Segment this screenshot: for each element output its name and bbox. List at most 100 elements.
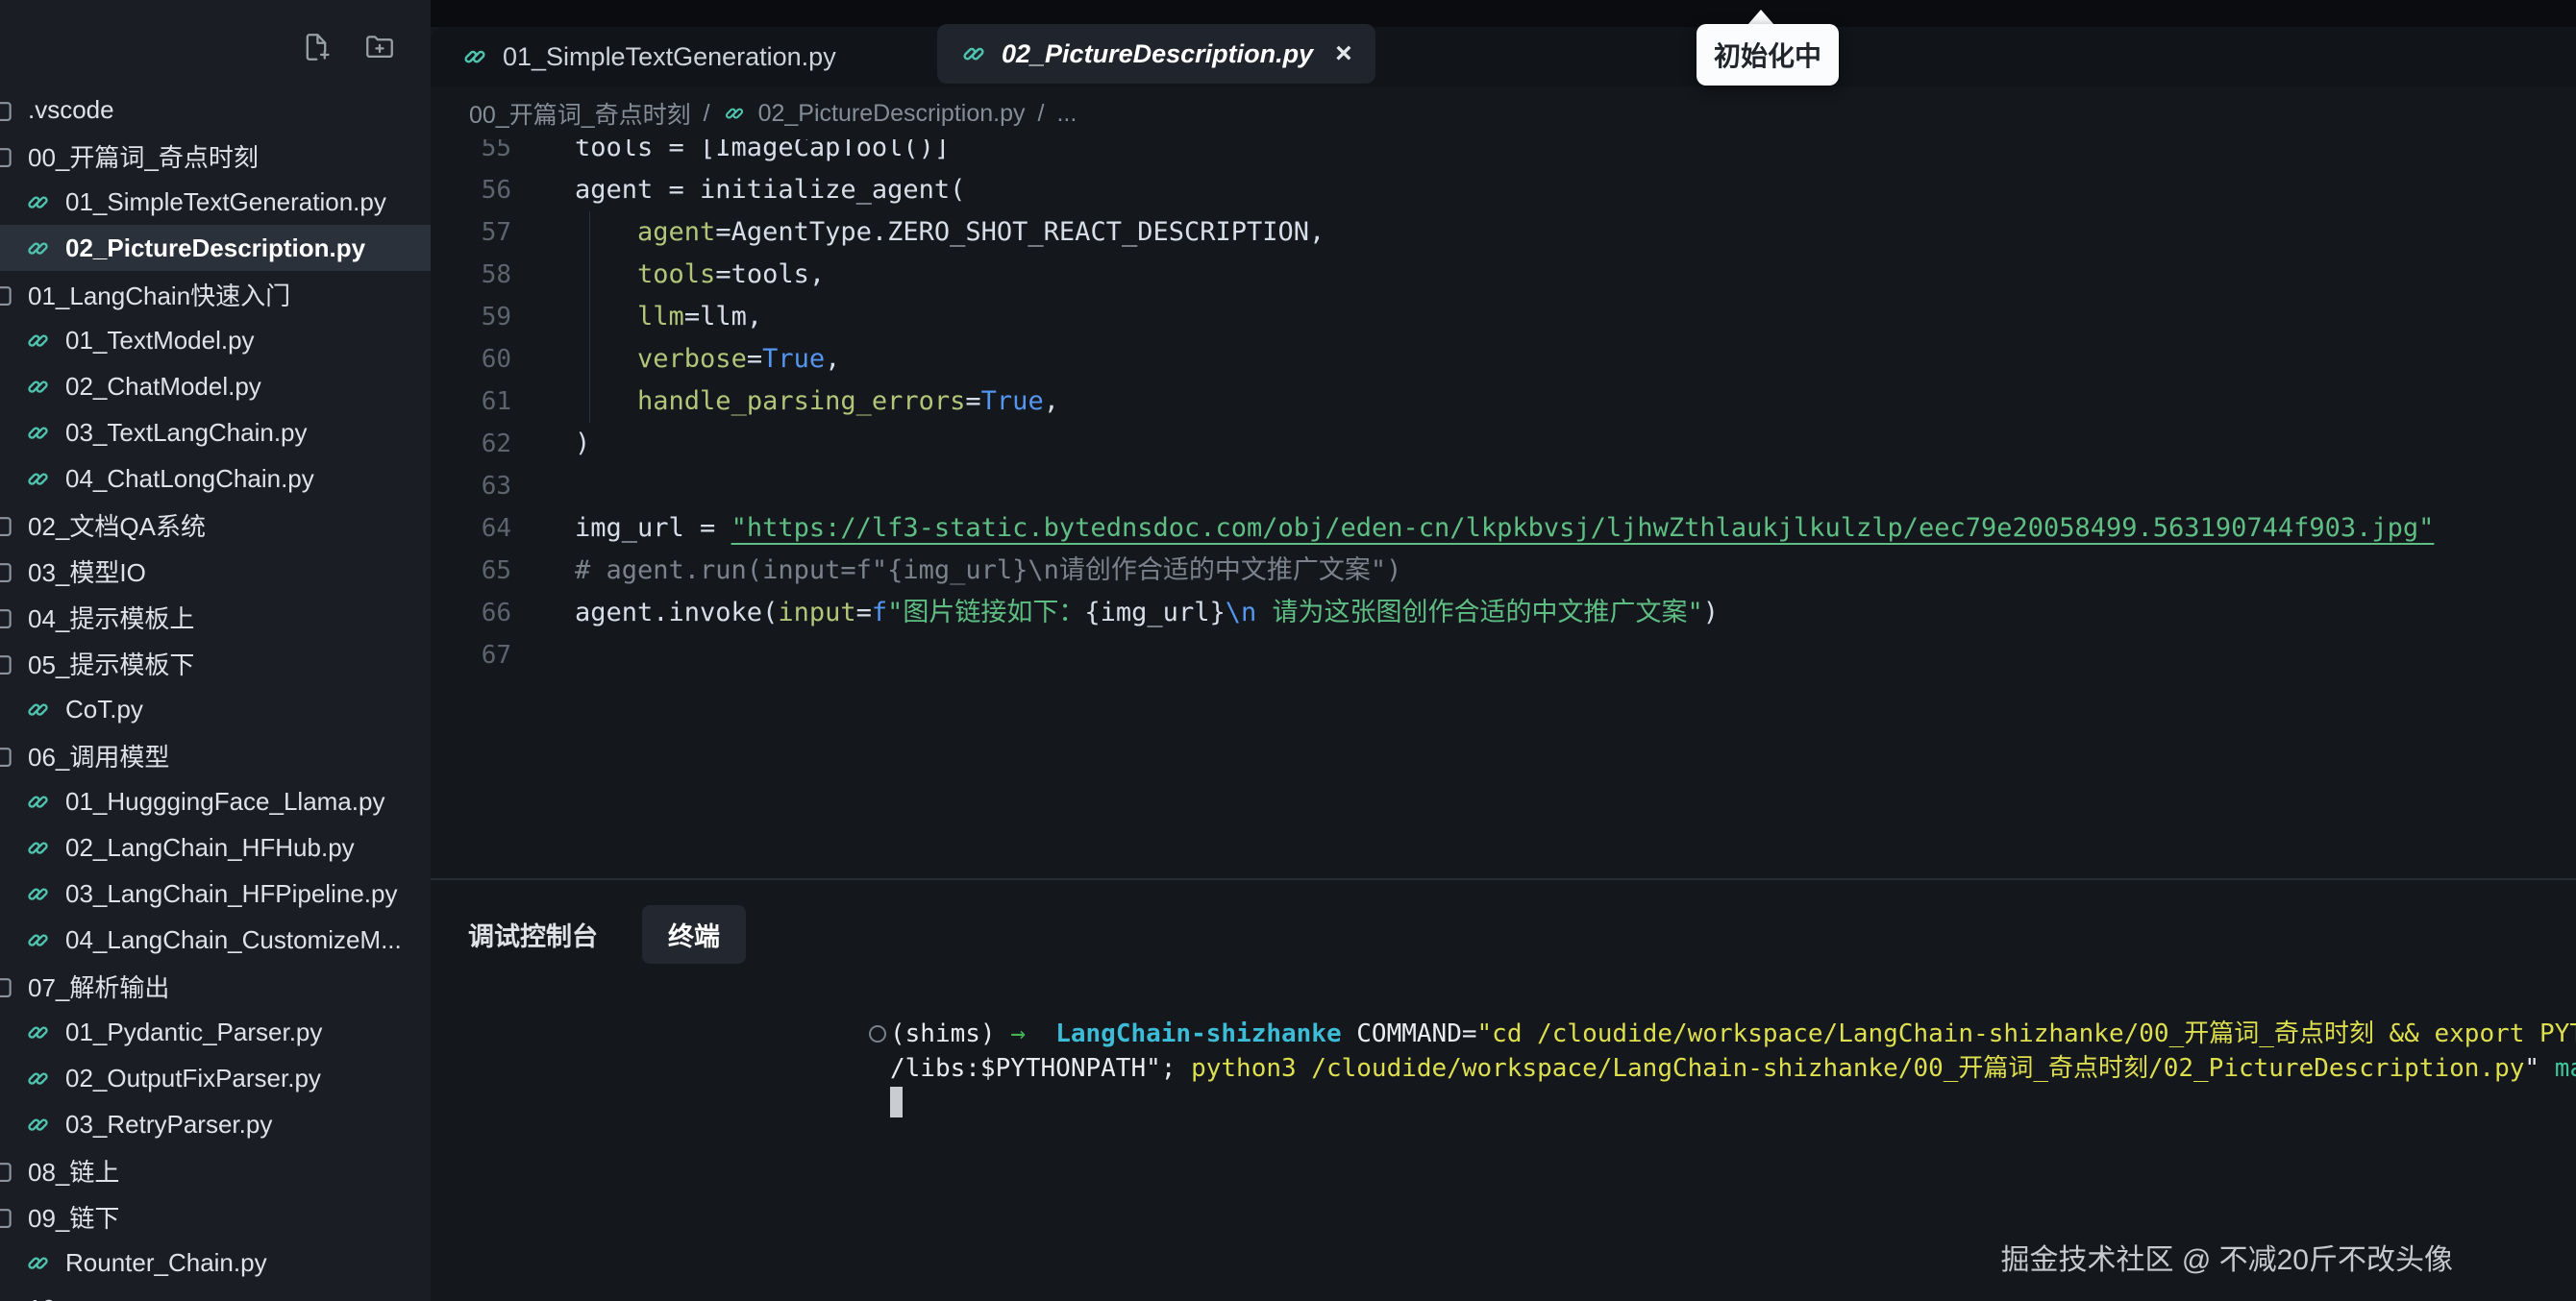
- sidebar-file-list: .vscode 00_开篇词_奇点时刻 01_SimpleTextGeneratio…: [0, 86, 431, 1301]
- sidebar-item-label: 00_开篇词_奇点时刻: [28, 138, 259, 174]
- sidebar-item[interactable]: 02_OutputFixParser.py: [0, 1055, 431, 1101]
- sidebar-item[interactable]: 01_SimpleTextGeneration.py: [0, 179, 431, 225]
- code-line-text: img_url = "https://lf3-static.bytednsdoc…: [575, 507, 2576, 550]
- sidebar-item[interactable]: 04_ChatLongChain.py: [0, 455, 431, 502]
- chain-file-icon: [25, 1250, 51, 1276]
- sidebar-item[interactable]: 02_文档QA系统: [0, 502, 431, 548]
- code-line[interactable]: 56agent = initialize_agent(: [431, 169, 2576, 211]
- breadcrumb: 00_开篇词_奇点时刻 / 02_PictureDescription.py /…: [469, 92, 1077, 135]
- breadcrumb-file[interactable]: 02_PictureDescription.py: [758, 100, 1026, 128]
- code-editor[interactable]: 55 tools = [ImageCapTool()]56agent = init…: [431, 139, 2576, 878]
- sidebar-item[interactable]: 01_Pydantic_Parser.py: [0, 1009, 431, 1055]
- chain-file-icon: [25, 1112, 51, 1138]
- close-tab-icon[interactable]: ×: [1335, 39, 1352, 68]
- sidebar-item-label: 04_LangChain_CustomizeM...: [65, 925, 402, 955]
- line-number[interactable]: 62: [431, 423, 511, 465]
- sidebar-item[interactable]: 02_LangChain_HFHub.py: [0, 824, 431, 871]
- line-number[interactable]: 61: [431, 380, 511, 423]
- sidebar-item[interactable]: 04_提示模板上: [0, 594, 431, 640]
- new-folder-button[interactable]: [361, 31, 398, 67]
- code-line[interactable]: 65# agent.run(input=f"{img_url}\n请创作合适的中…: [431, 550, 2576, 592]
- code-line[interactable]: 59 llm=llm,: [431, 296, 2576, 338]
- sidebar-item[interactable]: 03_模型IO: [0, 548, 431, 594]
- line-number[interactable]: 58: [431, 254, 511, 296]
- code-line-text: tools=tools,: [575, 254, 2576, 296]
- line-number[interactable]: 65: [431, 550, 511, 592]
- sidebar-item-label: 04_提示模板上: [28, 600, 194, 635]
- folder-icon: [0, 741, 13, 770]
- breadcrumb-folder[interactable]: 00_开篇词_奇点时刻: [469, 96, 691, 131]
- line-number[interactable]: 67: [431, 634, 511, 676]
- code-line-text: verbose=True,: [575, 338, 2576, 380]
- chain-file-icon: [25, 235, 51, 261]
- sidebar-item-label: 06_调用模型: [28, 738, 169, 773]
- line-number[interactable]: 63: [431, 465, 511, 507]
- sidebar-item[interactable]: 01_TextModel.py: [0, 317, 431, 363]
- terminal-line: /libs:$PYTHONPATH"; python3 /cloudide/wo…: [890, 1051, 2576, 1086]
- code-line[interactable]: 61 handle_parsing_errors=True,: [431, 380, 2576, 423]
- editor-area: 01_SimpleTextGeneration.py 02_PictureDes…: [431, 0, 2576, 1301]
- code-line[interactable]: 67: [431, 634, 2576, 676]
- initializing-tooltip: 初始化中: [1697, 24, 1839, 86]
- sidebar-item[interactable]: 03_LangChain_HFPipeline.py: [0, 871, 431, 917]
- sidebar-item[interactable]: 10_: [0, 1286, 431, 1301]
- sidebar-item[interactable]: 02_ChatModel.py: [0, 363, 431, 409]
- sidebar-item[interactable]: .vscode: [0, 86, 431, 133]
- chain-file-icon: [25, 927, 51, 953]
- code-line[interactable]: 58 tools=tools,: [431, 254, 2576, 296]
- tooltip-arrow: [1747, 10, 1774, 25]
- command-indicator-icon: [869, 1025, 886, 1043]
- sidebar-item-label: 02_PictureDescription.py: [65, 233, 365, 263]
- sidebar-item[interactable]: 01_HugggingFace_Llama.py: [0, 778, 431, 824]
- line-number[interactable]: 55: [431, 139, 511, 169]
- line-number[interactable]: 56: [431, 169, 511, 211]
- chain-file-icon: [25, 789, 51, 815]
- code-line-text: tools = [ImageCapTool()]: [575, 139, 2576, 169]
- line-number[interactable]: 64: [431, 507, 511, 550]
- sidebar-item[interactable]: Rounter_Chain.py: [0, 1240, 431, 1286]
- code-line[interactable]: 63: [431, 465, 2576, 507]
- chain-file-icon: [25, 881, 51, 907]
- code-line[interactable]: 62): [431, 423, 2576, 465]
- line-number[interactable]: 66: [431, 592, 511, 634]
- sidebar-item[interactable]: 07_解析输出: [0, 963, 431, 1009]
- terminal-output[interactable]: (shims) → LangChain-shizhanke COMMAND="c…: [890, 1017, 2576, 1120]
- folder-icon: [0, 649, 13, 677]
- breadcrumb-separator: /: [704, 100, 710, 128]
- tab-02-picturedescription[interactable]: 02_PictureDescription.py ×: [937, 24, 1375, 84]
- terminal-cursor: [890, 1087, 903, 1117]
- sidebar-item[interactable]: 03_RetryParser.py: [0, 1101, 431, 1147]
- code-line[interactable]: 57 agent=AgentType.ZERO_SHOT_REACT_DESCR…: [431, 211, 2576, 254]
- panel-divider[interactable]: [431, 878, 2576, 880]
- code-line[interactable]: 55 tools = [ImageCapTool()]: [431, 139, 2576, 169]
- breadcrumb-more[interactable]: ...: [1056, 100, 1077, 128]
- folder-icon: [0, 280, 13, 308]
- folder-icon: [0, 1294, 13, 1301]
- chain-file-icon: [461, 43, 488, 70]
- explorer-actions: [298, 31, 398, 67]
- ide-window: .vscode00_开篇词_奇点时刻01_SimpleTextGeneratio…: [0, 0, 2576, 1301]
- sidebar-item[interactable]: 09_链下: [0, 1193, 431, 1240]
- code-line[interactable]: 60 verbose=True,: [431, 338, 2576, 380]
- sidebar-item[interactable]: CoT.py: [0, 686, 431, 732]
- sidebar-item[interactable]: 04_LangChain_CustomizeM...: [0, 917, 431, 963]
- line-number[interactable]: 57: [431, 211, 511, 254]
- sidebar-item[interactable]: 06_调用模型: [0, 732, 431, 778]
- sidebar-item-label: 03_模型IO: [28, 553, 146, 589]
- sidebar-item[interactable]: 01_LangChain快速入门: [0, 271, 431, 317]
- tab-debug-console[interactable]: 调试控制台: [468, 916, 598, 953]
- folder-icon: [0, 556, 13, 585]
- sidebar-item[interactable]: 05_提示模板下: [0, 640, 431, 686]
- line-number[interactable]: 59: [431, 296, 511, 338]
- chain-file-icon: [25, 1019, 51, 1045]
- sidebar-item[interactable]: 03_TextLangChain.py: [0, 409, 431, 455]
- tab-terminal[interactable]: 终端: [642, 905, 746, 964]
- sidebar-item[interactable]: 00_开篇词_奇点时刻: [0, 133, 431, 179]
- code-line[interactable]: 64 img_url = "https://lf3-static.bytednsd…: [431, 507, 2576, 550]
- code-line[interactable]: 66agent.invoke(input=f"图片链接如下：{img_url}\…: [431, 592, 2576, 634]
- new-file-button[interactable]: [298, 31, 334, 67]
- sidebar-item[interactable]: 02_PictureDescription.py: [0, 225, 431, 271]
- sidebar-item[interactable]: 08_链上: [0, 1147, 431, 1193]
- tab-01-simpletextgeneration[interactable]: 01_SimpleTextGeneration.py: [461, 27, 836, 86]
- line-number[interactable]: 60: [431, 338, 511, 380]
